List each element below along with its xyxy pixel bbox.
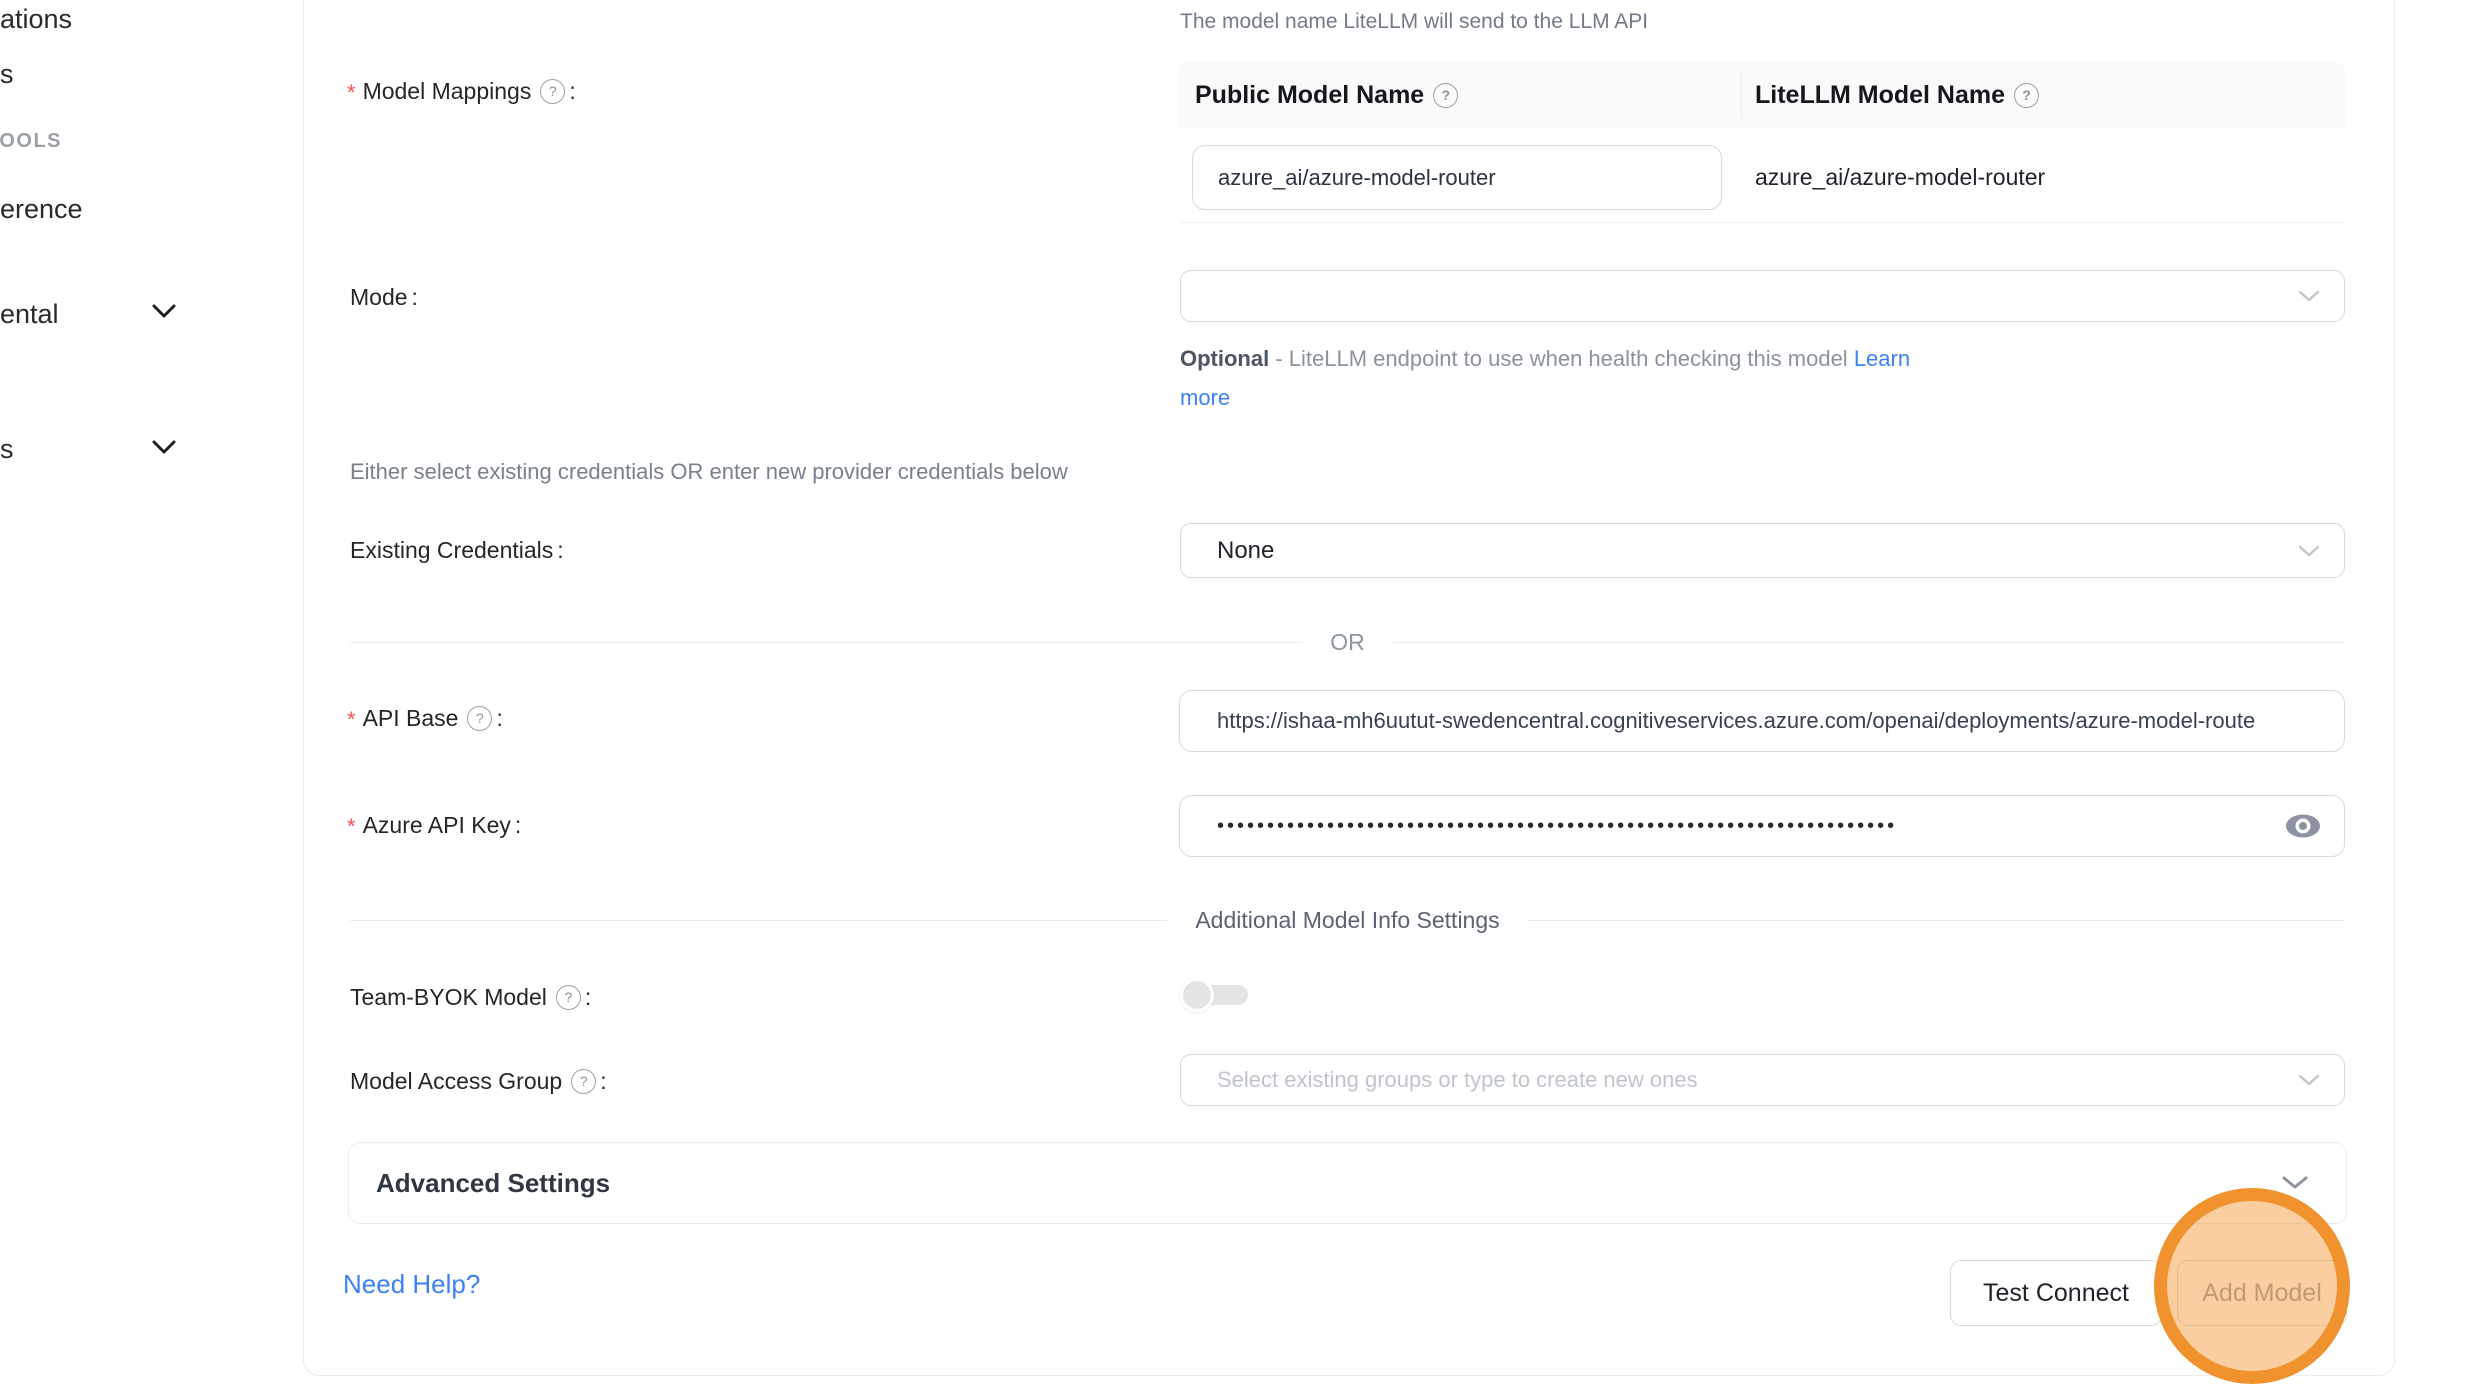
litellm-model-name-header: LiteLLM Model Name ? [1755,81,2039,110]
sidebar-item-settings[interactable]: s [0,434,14,465]
divider-line [350,642,1302,643]
help-circle-icon[interactable]: ? [1433,83,1458,108]
label-colon: : [412,284,418,311]
header-label: LiteLLM Model Name [1755,81,2005,110]
model-access-group-label-row: Model Access Group ? : [350,1066,607,1096]
team-byok-label-row: Team-BYOK Model ? : [350,982,591,1012]
header-label: Public Model Name [1195,81,1424,110]
advanced-settings-panel[interactable]: Advanced Settings [348,1142,2347,1224]
azure-api-key-label-row: * Azure API Key : [347,810,521,840]
button-label: Test Connect [1983,1279,2129,1308]
sidebar-item-1[interactable]: s [0,59,14,90]
label-colon: : [496,705,502,732]
existing-credentials-select[interactable]: None [1180,523,2345,578]
model-mappings-label-row: * Model Mappings ? : [347,76,576,106]
sidebar-item-organizations[interactable]: ations [0,4,72,35]
label-colon: : [585,984,591,1011]
mode-helper-line1: Optional - LiteLLM endpoint to use when … [1180,346,1910,372]
sidebar-section-tools: TOOLS [0,130,62,153]
select-placeholder: Select existing groups or type to create… [1217,1067,1698,1093]
chevron-down-icon [2298,1074,2320,1086]
model-mappings-table-header: Public Model Name ? LiteLLM Model Name ? [1179,62,2345,128]
select-value: None [1217,537,1274,565]
masked-password-value: ••••••••••••••••••••••••••••••••••••••••… [1217,815,1897,838]
litellm-model-name-value: azure_ai/azure-model-router [1755,164,2045,191]
mode-helper-line2: more [1180,385,1230,411]
chevron-down-icon [152,439,176,455]
input-value: https://ishaa-mh6uutut-swedencentral.cog… [1217,708,2255,734]
additional-settings-divider: Additional Model Info Settings [350,907,2345,933]
divider-line [1528,920,2345,921]
existing-credentials-label-row: Existing Credentials : [350,535,564,565]
sidebar-item-reference[interactable]: erence [0,194,83,225]
test-connect-button[interactable]: Test Connect [1950,1260,2162,1326]
toggle-knob [1180,978,1214,1012]
sidebar-section-label: TOOLS [0,130,62,152]
sidebar-item-experimental[interactable]: ental [0,299,59,330]
sidebar-item-label: s [0,434,14,464]
label-colon: : [600,1068,606,1095]
chevron-down-icon [2282,1176,2308,1190]
or-divider-text: OR [1302,629,1393,656]
add-model-page: ations s TOOLS erence ental s The model … [0,0,2477,1385]
required-mark: * [347,707,356,733]
required-mark: * [347,814,356,840]
mode-label: Mode [350,284,408,311]
api-base-label-row: * API Base ? : [347,703,503,733]
chevron-down-icon [2298,290,2320,302]
optional-bold: Optional [1180,346,1269,371]
model-mappings-label: Model Mappings [363,78,532,105]
help-circle-icon[interactable]: ? [2014,83,2039,108]
existing-credentials-label: Existing Credentials [350,537,553,564]
team-byok-label: Team-BYOK Model [350,984,547,1011]
help-circle-icon[interactable]: ? [571,1069,596,1094]
sidebar-item-label: erence [0,194,83,224]
label-colon: : [557,537,563,564]
team-byok-toggle[interactable] [1180,978,1250,1012]
help-circle-icon[interactable]: ? [540,79,565,104]
azure-api-key-label: Azure API Key [363,812,511,839]
learn-more-link[interactable]: more [1180,385,1230,410]
additional-settings-divider-text: Additional Model Info Settings [1167,907,1527,934]
api-base-label: API Base [363,705,459,732]
label-colon: : [515,812,521,839]
divider-line [350,920,1167,921]
model-access-group-select[interactable]: Select existing groups or type to create… [1180,1054,2345,1106]
credentials-note: Either select existing credentials OR en… [350,459,1068,485]
input-value: azure_ai/azure-model-router [1218,165,1496,191]
chevron-down-icon [2298,545,2320,557]
need-help-link[interactable]: Need Help? [343,1269,480,1300]
help-circle-icon[interactable]: ? [556,985,581,1010]
help-circle-icon[interactable]: ? [467,706,492,731]
model-access-group-label: Model Access Group [350,1068,562,1095]
click-highlight-circle [2154,1188,2350,1384]
api-base-input[interactable]: https://ishaa-mh6uutut-swedencentral.cog… [1179,690,2345,752]
helper-text: - LiteLLM endpoint to use when health ch… [1269,346,1854,371]
advanced-settings-label: Advanced Settings [376,1168,610,1199]
azure-api-key-input[interactable]: ••••••••••••••••••••••••••••••••••••••••… [1179,795,2345,857]
chevron-down-icon [152,303,176,319]
learn-more-link[interactable]: Learn [1854,346,1910,371]
sidebar-item-label: s [0,59,14,89]
divider-line [1393,642,2345,643]
table-column-divider [1741,72,1742,118]
public-model-name-header: Public Model Name ? [1195,81,1725,110]
required-mark: * [347,80,356,106]
model-name-helper-text: The model name LiteLLM will send to the … [1180,10,1648,34]
label-colon: : [569,78,575,105]
mode-select[interactable] [1180,270,2345,322]
eye-icon[interactable] [2284,812,2322,840]
sidebar-item-label: ental [0,299,59,329]
table-bottom-border [1179,222,2345,223]
mode-label-row: Mode : [350,282,418,312]
public-model-name-input[interactable]: azure_ai/azure-model-router [1192,145,1722,210]
or-divider: OR [350,629,2345,655]
sidebar-item-label: ations [0,4,72,34]
